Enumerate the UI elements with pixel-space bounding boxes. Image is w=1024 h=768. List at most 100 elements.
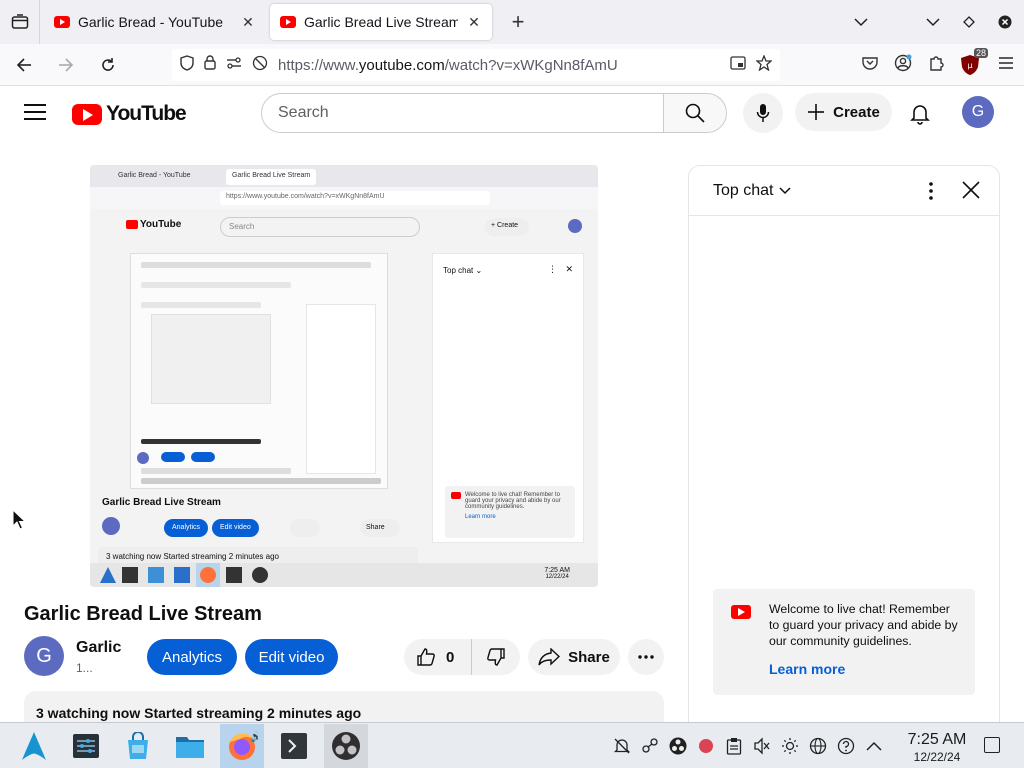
chat-close-button[interactable] <box>959 178 983 202</box>
show-desktop-button[interactable] <box>984 737 1000 753</box>
permissions-icon[interactable] <box>226 56 242 75</box>
top-chat-dropdown[interactable]: Top chat <box>713 182 792 200</box>
youtube-play-icon <box>72 103 102 125</box>
network-icon[interactable] <box>808 736 828 756</box>
close-window-icon[interactable] <box>994 11 1016 33</box>
bookmark-star-icon[interactable] <box>755 53 773 76</box>
nested-title: Garlic Bread Live Stream <box>102 497 221 508</box>
tab-list-icon <box>11 14 28 29</box>
taskbar-terminal[interactable] <box>272 724 316 768</box>
youtube-icon <box>731 605 751 619</box>
clipboard-icon[interactable] <box>724 736 744 756</box>
channel-avatar[interactable]: G <box>24 636 64 676</box>
taskbar-obs-studio[interactable] <box>324 723 368 768</box>
tab-overview-button[interactable] <box>0 0 40 44</box>
ublock-extension-icon[interactable]: μ 28 <box>960 48 988 76</box>
taskbar-system-settings[interactable] <box>64 724 108 768</box>
voice-search-button[interactable] <box>743 93 783 133</box>
tab-live-stream[interactable]: Garlic Bread Live Stream - YouTube ✕ <box>270 4 492 40</box>
nested-search: Search <box>220 217 420 237</box>
video-player[interactable]: Garlic Bread - YouTube Garlic Bread Live… <box>90 165 598 587</box>
search-button[interactable] <box>663 93 727 133</box>
share-button[interactable]: Share <box>528 639 620 675</box>
nested-taskbar <box>90 563 598 587</box>
account-icon[interactable] <box>894 54 912 77</box>
thumbs-down-icon <box>487 648 505 666</box>
taskbar-software-store[interactable] <box>116 724 160 768</box>
menu-icon[interactable] <box>998 56 1014 75</box>
edit-video-button[interactable]: Edit video <box>245 639 338 675</box>
tracking-protection-icon[interactable] <box>180 54 194 76</box>
app-launcher-button[interactable] <box>12 724 56 768</box>
settings-app-icon <box>73 733 99 758</box>
nested-channel-avatar <box>102 517 120 535</box>
tab-close-icon[interactable]: ✕ <box>466 14 482 31</box>
search-icon <box>685 103 705 123</box>
dislike-button[interactable] <box>472 647 520 667</box>
autoplay-blocked-icon[interactable] <box>252 55 268 76</box>
lock-icon[interactable] <box>204 55 216 75</box>
back-button[interactable] <box>6 49 42 81</box>
pocket-icon[interactable] <box>862 56 878 75</box>
terminal-icon <box>281 732 307 759</box>
notifications-button[interactable] <box>906 100 934 128</box>
tab-title: Garlic Bread Live Stream - YouTube <box>304 14 458 30</box>
recording-indicator-icon[interactable] <box>696 736 716 756</box>
kde-connect-icon[interactable] <box>640 736 660 756</box>
obs-tray-icon[interactable] <box>668 736 688 756</box>
tab-close-icon[interactable]: ✕ <box>240 14 256 31</box>
tab-garlic-bread[interactable]: Garlic Bread - YouTube ✕ <box>44 4 266 40</box>
like-dislike-group: 0 <box>404 639 520 675</box>
learn-more-link[interactable]: Learn more <box>769 661 963 677</box>
svg-text:🔊: 🔊 <box>250 730 258 743</box>
nested-create: + Create <box>485 218 529 236</box>
channel-subscribers: 1... <box>76 661 93 675</box>
volume-muted-icon[interactable] <box>752 736 772 756</box>
chat-more-options-button[interactable] <box>921 180 941 202</box>
tray-expand-icon[interactable] <box>864 736 884 756</box>
minimize-icon[interactable] <box>922 11 944 33</box>
maximize-icon[interactable] <box>958 11 980 33</box>
live-chat-panel: Top chat Welcome to live chat! Remember … <box>688 165 1000 745</box>
youtube-logo-text: YouTube <box>106 102 187 125</box>
url-bar[interactable]: https://www.youtube.com/watch?v=xWKgNn8f… <box>172 49 780 81</box>
share-label: Share <box>568 648 610 666</box>
chevron-down-icon <box>779 187 792 195</box>
channel-name[interactable]: Garlic Bread <box>76 639 126 657</box>
toolbar-right: μ 28 <box>862 44 1014 86</box>
brightness-icon[interactable] <box>780 736 800 756</box>
list-all-tabs-icon[interactable] <box>850 11 872 33</box>
nested-welcome: Welcome to live chat! Remember to guard … <box>445 486 575 538</box>
forward-button[interactable] <box>48 49 84 81</box>
like-button[interactable]: 0 <box>404 639 472 675</box>
nested-url: https://www.youtube.com/watch?v=xWKgNn8f… <box>220 191 490 205</box>
taskbar-file-manager[interactable] <box>168 724 212 768</box>
more-actions-button[interactable] <box>628 639 664 675</box>
extensions-icon[interactable] <box>928 55 944 76</box>
plus-icon <box>808 104 825 120</box>
taskbar-firefox[interactable]: 🔊 <box>220 723 264 768</box>
extension-badge-count: 28 <box>973 48 988 58</box>
nested-analytics: Analytics <box>164 519 209 537</box>
guide-menu-icon[interactable] <box>24 104 46 125</box>
search-input[interactable]: Search <box>261 93 664 133</box>
nested-inner-video <box>130 253 388 489</box>
help-icon[interactable] <box>836 736 856 756</box>
nested-youtube-logo: YouTube <box>126 219 181 230</box>
browser-nav-bar: https://www.youtube.com/watch?v=xWKgNn8f… <box>0 44 1024 86</box>
browser-tab-strip: Garlic Bread - YouTube ✕ Garlic Bread Li… <box>0 0 1024 44</box>
analytics-button[interactable]: Analytics <box>147 639 237 675</box>
youtube-logo[interactable]: YouTube <box>72 102 187 126</box>
taskbar-clock[interactable]: 7:25 AM 12/22/24 <box>904 731 970 764</box>
create-button[interactable]: Create <box>795 93 892 131</box>
new-tab-button[interactable]: + <box>502 6 534 38</box>
account-avatar[interactable]: G <box>962 96 994 128</box>
nested-chat: Top chat ⌄ ⋮ ✕ Welcome to live chat! Rem… <box>432 253 584 543</box>
youtube-favicon-icon <box>280 16 296 28</box>
reload-button[interactable] <box>90 49 126 81</box>
reload-icon <box>102 57 114 71</box>
url-text: https://www.youtube.com/watch?v=xWKgNn8f… <box>278 56 618 74</box>
notifications-off-icon[interactable] <box>612 736 632 756</box>
description-text: 3 watching now Started streaming 2 minut… <box>36 705 362 721</box>
picture-in-picture-icon[interactable] <box>730 55 746 75</box>
